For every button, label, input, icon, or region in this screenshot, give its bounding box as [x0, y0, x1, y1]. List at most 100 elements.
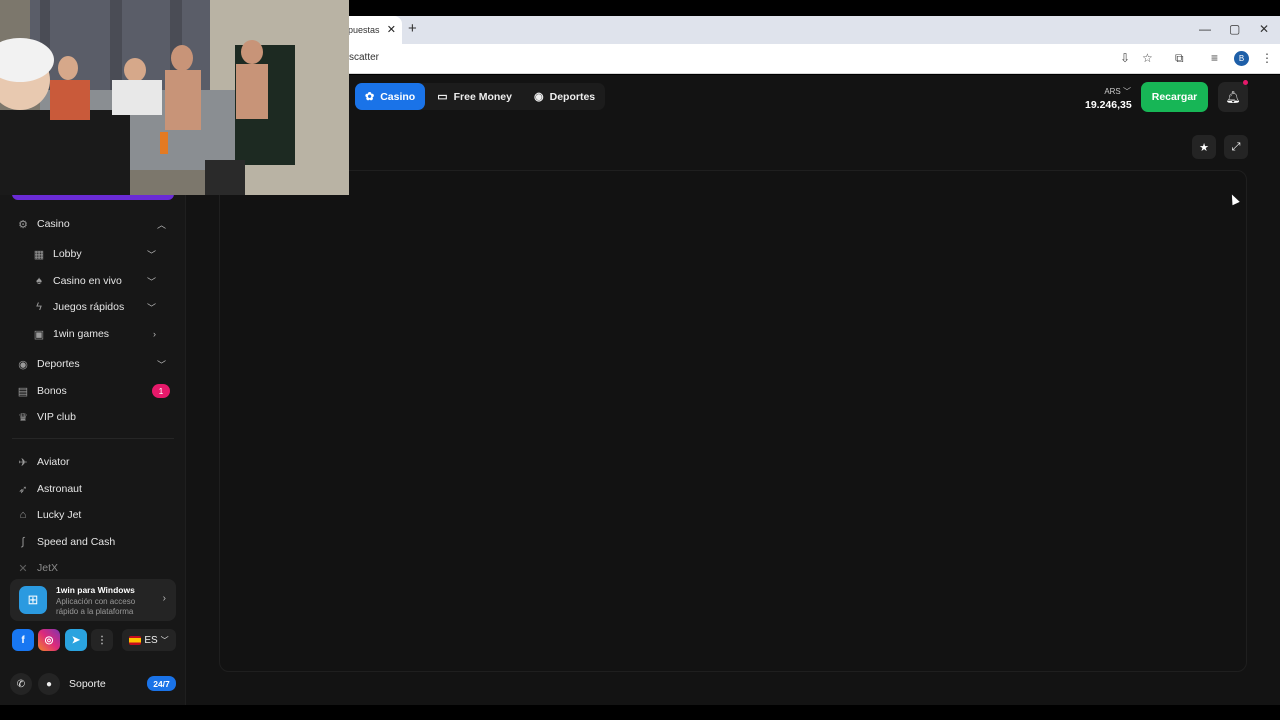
fullscreen-icon[interactable]: ⤢	[1224, 135, 1248, 159]
webcam-overlay	[0, 0, 349, 195]
jet-icon: ⌂	[19, 509, 27, 521]
chevron-down-icon: ﹀	[160, 635, 169, 645]
tab-close-icon[interactable]: ✕	[387, 23, 396, 36]
spain-flag-icon	[129, 635, 142, 645]
sidebar-item-label: JetX	[37, 562, 59, 574]
sidebar-item-lucky-jet[interactable]: ⌂ Lucky Jet	[16, 504, 176, 526]
rocket-icon: ➶	[18, 483, 28, 496]
sidebar-item-vip-club[interactable]: ♛ VIP club	[16, 406, 176, 428]
sidebar-item-jetx[interactable]: ✕ JetX	[16, 557, 176, 579]
sidebar-item-label: VIP club	[37, 411, 76, 423]
tab-label: Deportes	[549, 90, 596, 103]
bookmark-star-icon[interactable]: ☆	[1142, 51, 1153, 65]
browser-tab-title: puestas	[348, 25, 380, 35]
ball-icon: ◉	[18, 358, 28, 371]
sidebar-item-label: Casino en vivo	[53, 275, 122, 287]
favorite-star-icon[interactable]: ★	[1192, 135, 1216, 159]
chevron-up-icon: ︿	[156, 219, 166, 230]
windows-card-title: 1win para Windows	[56, 585, 135, 595]
balance-amount: 19.246,35	[1085, 99, 1132, 111]
tab-deportes[interactable]: ◉ Deportes	[524, 83, 605, 110]
x-icon: ✕	[18, 562, 28, 575]
support-label[interactable]: Soporte	[69, 678, 106, 690]
browser-menu-icon[interactable]: ⋮	[1261, 51, 1273, 65]
sidebar-item-aviator[interactable]: ✈ Aviator	[16, 451, 176, 473]
sidebar-item-label: Lucky Jet	[37, 509, 82, 521]
balance-display[interactable]: ARS ﹀ 19.246,35	[1085, 86, 1132, 111]
sidebar-item-casino-en-vivo[interactable]: ♠ Casino en vivo ﹀	[32, 270, 166, 292]
chevron-down-icon: ﹀	[146, 249, 156, 260]
car-icon: ∫	[21, 536, 25, 548]
spade-icon: ♠	[36, 275, 42, 287]
tab-label: Casino	[380, 90, 416, 103]
support-hours-badge: 24/7	[147, 676, 176, 691]
sidebar-item-casino[interactable]: ⚙ Casino ︿	[16, 213, 176, 235]
new-tab-icon[interactable]: +	[408, 20, 417, 37]
tab-casino[interactable]: ✿ Casino	[355, 83, 426, 110]
sidebar-item-speed-and-cash[interactable]: ∫ Speed and Cash	[16, 531, 176, 553]
minimize-icon[interactable]: —	[1199, 22, 1211, 36]
restore-icon[interactable]: ▢	[1229, 22, 1240, 36]
sidebar-item-label: 1win games	[53, 328, 110, 340]
sidebar-item-label: Casino	[37, 218, 70, 230]
casino-icon: ✿	[365, 91, 375, 103]
bolt-icon: ϟ	[36, 301, 42, 313]
grid-icon: ▦	[33, 248, 45, 261]
sidebar-item-astronaut[interactable]: ➶ Astronaut	[16, 478, 176, 500]
phone-icon[interactable]: ✆	[10, 673, 32, 695]
plane-icon: ✈	[18, 456, 28, 469]
sidebar-item-juegos-rapidos[interactable]: ϟ Juegos rápidos ﹀	[32, 296, 166, 318]
sidebar-item-deportes[interactable]: ◉ Deportes ﹀	[16, 353, 176, 375]
tab-label: Free Money	[453, 90, 512, 103]
chevron-down-icon: ﹀	[146, 302, 156, 313]
facebook-icon[interactable]: f	[12, 629, 34, 651]
sidebar-item-lobby[interactable]: ▦ Lobby ﹀	[32, 243, 166, 265]
tab-free-money[interactable]: ▭ Free Money	[427, 83, 522, 110]
url-text[interactable]: scatter	[349, 52, 379, 63]
sidebar-item-bonos[interactable]: ▤ Bonos 1	[16, 380, 176, 402]
language-code: ES	[144, 634, 158, 646]
crown-icon: ♛	[18, 411, 28, 424]
media-icon[interactable]: ≡	[1211, 51, 1218, 65]
bell-icon[interactable]: 🔔︎	[1218, 82, 1248, 112]
bonos-count-badge: 1	[152, 384, 170, 398]
chevron-down-icon: ﹀	[146, 276, 156, 287]
windows-logo-icon: ⊞	[19, 586, 47, 614]
top-nav: ✿ Casino ▭ Free Money ◉ Deportes	[355, 83, 606, 110]
notification-dot	[1243, 80, 1248, 85]
sidebar-item-label: Aviator	[37, 456, 70, 468]
sidebar-divider	[12, 438, 174, 439]
gift-icon: ▤	[17, 385, 29, 398]
support-row: ✆ ● Soporte 24/7	[10, 673, 176, 695]
install-app-icon[interactable]: ⇩	[1120, 51, 1130, 65]
chat-icon[interactable]: ●	[38, 673, 60, 695]
chevron-down-icon: ﹀	[1123, 87, 1131, 96]
recargar-button[interactable]: Recargar	[1141, 82, 1208, 112]
sidebar-item-label: Deportes	[37, 358, 80, 370]
sidebar-item-1win-games[interactable]: ▣ 1win games ›	[32, 323, 166, 345]
webcam-image	[0, 0, 349, 195]
sidebar-item-label: Lobby	[53, 248, 82, 260]
chevron-down-icon: ﹀	[156, 359, 166, 370]
close-window-icon[interactable]: ✕	[1259, 22, 1269, 36]
profile-avatar[interactable]: B	[1234, 51, 1249, 66]
windows-card-subtitle: Aplicación con acceso rápido a la plataf…	[56, 597, 136, 616]
instagram-icon[interactable]: ◎	[38, 629, 60, 651]
game-frame[interactable]	[219, 170, 1247, 672]
more-icon[interactable]: ⋮	[91, 629, 113, 651]
sidebar-item-label: Bonos	[37, 385, 67, 397]
ball-icon: ◉	[534, 91, 544, 103]
money-icon: ▭	[437, 91, 448, 103]
windows-app-card[interactable]: ⊞ 1win para Windows Aplicación con acces…	[10, 579, 176, 621]
sidebar-item-label: Speed and Cash	[37, 536, 116, 548]
extensions-icon[interactable]: ⧉	[1175, 51, 1184, 66]
gear-icon: ⚙	[18, 218, 28, 231]
chevron-right-icon: ›	[153, 329, 156, 339]
currency-label: ARS	[1104, 87, 1121, 96]
sidebar-item-label: Astronaut	[37, 483, 82, 495]
screen: puestas ✕ + — ▢ ✕ scatter ⇩ ☆ ⧉ ≡ B ⋮ ⚙ …	[0, 0, 1280, 720]
sidebar-item-label: Juegos rápidos	[53, 301, 125, 313]
telegram-icon[interactable]: ➤	[65, 629, 87, 651]
chevron-right-icon: ›	[162, 593, 166, 604]
language-select[interactable]: ES ﹀	[122, 629, 176, 651]
